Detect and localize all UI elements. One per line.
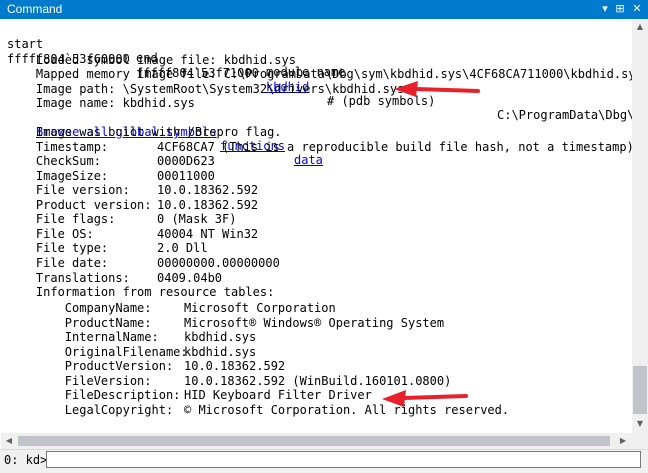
module-path: C:\ProgramData\Dbg\s (497, 108, 632, 122)
property-value: 10.0.18362.592 (184, 359, 286, 374)
property-label: File OS: (7, 226, 94, 241)
data-link[interactable]: data (294, 153, 323, 167)
title-bar[interactable]: Command ▾ ⊞ ✕ (0, 0, 648, 19)
output-pane[interactable]: start end module name fffff804`53f60000 … (1, 19, 632, 433)
scroll-left-icon[interactable]: ◀ (2, 433, 16, 449)
window-title: Command (7, 2, 63, 16)
close-icon[interactable]: ✕ (630, 2, 644, 16)
scroll-up-icon[interactable]: ▲ (632, 20, 648, 34)
property-value: Microsoft® Windows® Operating System (184, 315, 445, 330)
property-label: ProductName: (7, 315, 152, 330)
scroll-corner (632, 433, 648, 449)
property-label: Product version: (7, 197, 152, 212)
scroll-down-icon[interactable]: ▼ (632, 417, 648, 431)
module-row: fffff804`53f60000 fffff804`53f71000 kbdh… (7, 38, 632, 122)
property-value: 00011000 (157, 168, 215, 183)
property-label: LegalCopyright: (7, 402, 174, 417)
property-label: Information from resource tables: (7, 285, 275, 300)
command-window: Command ▾ ⊞ ✕ start end module name ffff… (0, 0, 648, 473)
property-label: InternalName: (7, 330, 159, 345)
property-value: 0409.04b0 (157, 270, 223, 285)
property-value: kbdhid.sys (184, 330, 257, 345)
property-label: File date: (7, 255, 109, 270)
property-label: OriginalFilename: (7, 344, 188, 359)
property-value: HID Keyboard Filter Driver (184, 388, 372, 403)
property-label: CheckSum: (7, 154, 101, 169)
property-value: Microsoft Corporation (184, 301, 336, 315)
property-value: 40004 NT Win32 (157, 226, 259, 241)
property-value: 4CF68CA7 (This is a reproducible build f… (157, 139, 632, 154)
output-line: Loaded symbol image file: kbdhid.sys (7, 53, 296, 67)
pin-icon[interactable]: ⊞ (613, 2, 627, 16)
property-label: File version: (7, 183, 130, 198)
command-prompt: 0: kd> (4, 453, 48, 467)
property-label: Image was built with /Brepro flag. (7, 125, 282, 139)
window-menu-icon[interactable]: ▾ (598, 2, 612, 16)
horizontal-scroll-thumb[interactable] (18, 436, 610, 446)
links-row: Browse all global symbols functions data (7, 111, 323, 167)
property-value: kbdhid.sys (184, 344, 257, 359)
property-label: File type: (7, 241, 109, 256)
property-value: 0000D623 (157, 154, 215, 169)
property-value: 0 (Mask 3F) (157, 212, 237, 227)
header-row: start end module name (7, 23, 345, 79)
scroll-right-icon[interactable]: ▶ (616, 433, 630, 449)
annotation-arrow-icon (382, 390, 468, 407)
property-label: Timestamp: (7, 139, 109, 154)
output-line: Image name: kbdhid.sys (7, 96, 195, 110)
annotation-arrow-icon (394, 81, 480, 97)
property-label: FileVersion: (7, 373, 152, 388)
property-label: FileDescription: (7, 388, 181, 403)
image-path-line: Image path: \SystemRoot\System32\drivers… (7, 82, 405, 96)
command-input[interactable] (46, 451, 641, 468)
property-label: ProductVersion: (7, 359, 174, 374)
property-label: CompanyName: (7, 301, 152, 315)
vertical-scroll-thumb[interactable] (633, 366, 647, 414)
property-value: 2.0 Dll (157, 241, 208, 256)
output-line: Mapped memory image file: C:\ProgramData… (7, 67, 632, 81)
property-value: 10.0.18362.592 (157, 197, 259, 212)
property-label: ImageSize: (7, 168, 109, 183)
property-value: 00000000.00000000 (157, 255, 280, 270)
property-label: Translations: (7, 270, 130, 285)
property-label: File flags: (7, 212, 116, 227)
property-value: 10.0.18362.592 (157, 183, 259, 198)
